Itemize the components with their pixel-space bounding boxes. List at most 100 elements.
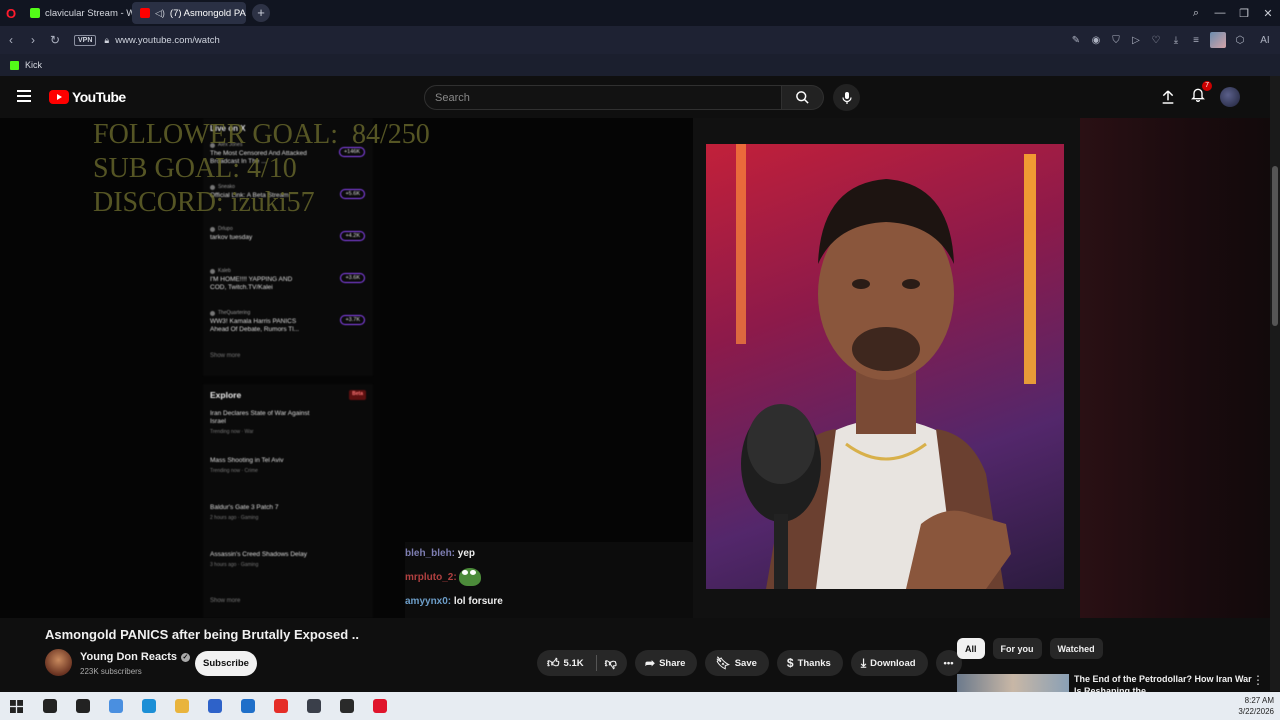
- notifications-button[interactable]: 7: [1190, 81, 1212, 107]
- video-player[interactable]: Live on X Alex Jones The Most Censored A…: [0, 118, 1270, 618]
- heart-icon[interactable]: ♡: [1146, 35, 1166, 46]
- search-icon: [796, 91, 809, 104]
- scrollbar-thumb[interactable]: [1272, 166, 1278, 326]
- shield-icon[interactable]: ⛉: [1106, 35, 1126, 46]
- profile-extension-icon[interactable]: [1210, 32, 1226, 48]
- pepe-emote-icon: [459, 568, 482, 587]
- upload-icon[interactable]: [1160, 89, 1176, 105]
- taskbar-opera-button[interactable]: [363, 692, 396, 720]
- share-button[interactable]: ➦ Share: [635, 650, 698, 676]
- channel-avatar[interactable]: [45, 649, 72, 676]
- recommended-thumbnail[interactable]: [957, 674, 1069, 692]
- taskbar-edge-button[interactable]: [132, 692, 165, 720]
- url-field[interactable]: www.youtube.com/watch: [115, 35, 220, 46]
- youtube-favicon-icon: [140, 8, 150, 18]
- download-label: Download: [870, 657, 916, 669]
- download-icon[interactable]: ⤓: [1166, 35, 1186, 46]
- like-count[interactable]: 5.1K: [564, 658, 584, 669]
- tab-asmongold[interactable]: ◁) (7) Asmongold PANIC: [132, 2, 246, 24]
- ai-button[interactable]: AI: [1250, 35, 1280, 46]
- explore-title: Iran Declares State of War Against Israe…: [210, 410, 310, 425]
- thanks-label: Thanks: [797, 657, 831, 669]
- thumbs-up-icon[interactable]: 👍︎: [547, 656, 560, 671]
- stream-goal-overlay: FOLLOWER GOAL: 84/250 SUB GOAL: 4/10 DISCO…: [93, 118, 430, 220]
- minimize-button[interactable]: —: [1208, 7, 1232, 19]
- task-view-icon: [75, 699, 90, 713]
- search-input[interactable]: [424, 85, 782, 110]
- search-icon: [42, 699, 57, 713]
- tab-clavicular[interactable]: clavicular Stream - Watch: [22, 2, 132, 24]
- chip-for-you[interactable]: For you: [992, 638, 1042, 659]
- tab-search-icon[interactable]: ⌕: [1184, 7, 1208, 20]
- hamburger-menu-icon[interactable]: [17, 90, 31, 102]
- stream-title: WW3! Kamala Harris PANICS Ahead Of Debat…: [210, 318, 300, 333]
- taskbar-snipping-button[interactable]: [297, 692, 330, 720]
- taskbar-file-explorer-button[interactable]: [165, 692, 198, 720]
- chip-all[interactable]: All: [957, 638, 985, 659]
- start-button[interactable]: [0, 692, 33, 720]
- extensions-icon[interactable]: ⬡: [1230, 35, 1250, 46]
- edit-icon[interactable]: ✎: [1066, 35, 1086, 46]
- menu-icon[interactable]: ≡: [1186, 35, 1206, 46]
- taskbar-store-button[interactable]: [198, 692, 231, 720]
- vpn-badge[interactable]: VPN: [74, 34, 97, 46]
- chip-watched[interactable]: Watched: [1049, 638, 1103, 659]
- opera-logo-icon[interactable]: O: [0, 0, 22, 26]
- recommended-title[interactable]: The End of the Petrodollar? How Iran War…: [1074, 673, 1254, 692]
- share-icon: ➦: [645, 656, 656, 670]
- player-icon[interactable]: ▷: [1126, 35, 1146, 46]
- thanks-button[interactable]: $ Thanks: [776, 650, 843, 676]
- taskbar-task-view-button[interactable]: [66, 692, 99, 720]
- camera-icon[interactable]: ◉: [1086, 35, 1106, 46]
- windows-taskbar: 8:27 AM 3/22/2026: [0, 692, 1280, 720]
- bookmark-kick[interactable]: Kick: [25, 60, 42, 70]
- clock-time: 8:27 AM: [1244, 696, 1274, 705]
- thumbs-down-icon[interactable]: 👎︎: [605, 656, 617, 671]
- overlay-line: FOLLOWER GOAL: 84/250: [93, 119, 430, 150]
- back-icon[interactable]: ‹: [0, 33, 22, 47]
- channel-name: Drlupo: [218, 226, 233, 232]
- channel-name: TheQuartering: [218, 310, 251, 316]
- divider: [595, 655, 597, 671]
- restore-button[interactable]: ❐: [1232, 7, 1256, 20]
- channel-name-text[interactable]: Young Don Reacts: [80, 651, 177, 663]
- youtube-icon: [273, 699, 288, 713]
- chat-user: bleh_bleh:: [405, 548, 456, 559]
- share-label: Share: [659, 657, 686, 669]
- close-button[interactable]: ✕: [1256, 7, 1280, 20]
- speaker-icon[interactable]: ◁): [155, 8, 165, 19]
- voice-search-button[interactable]: [833, 84, 860, 111]
- subscribe-button[interactable]: Subscribe: [195, 651, 257, 676]
- youtube-logo[interactable]: YouTube: [49, 89, 126, 105]
- taskbar-search-button[interactable]: [33, 692, 66, 720]
- more-vertical-icon[interactable]: ⋮: [1252, 673, 1264, 687]
- clock-date: 3/22/2026: [1238, 707, 1274, 716]
- subscriber-count: 223K subscribers: [80, 667, 142, 676]
- bookmark-icon: 🔖︎: [715, 656, 731, 670]
- forward-icon[interactable]: ›: [22, 33, 44, 47]
- lock-icon[interactable]: 🔒︎: [104, 35, 109, 46]
- new-tab-button[interactable]: +: [252, 4, 270, 22]
- explore-panel: Explore Beta Iran Declares State of War A…: [203, 384, 373, 618]
- youtube-play-icon: [49, 90, 69, 104]
- explore-meta: Trending now · Crime: [210, 468, 258, 474]
- recommended-video[interactable]: The End of the Petrodollar? How Iran War…: [957, 672, 1270, 692]
- taskbar-app-button[interactable]: [330, 692, 363, 720]
- system-clock[interactable]: 8:27 AM 3/22/2026: [1238, 695, 1274, 717]
- account-avatar[interactable]: [1220, 86, 1240, 107]
- like-dislike-group: 👍︎ 5.1K 👎︎: [537, 650, 627, 676]
- taskbar-youtube-button[interactable]: [264, 692, 297, 720]
- verified-icon: ✓: [180, 652, 190, 662]
- taskbar-copilot-button[interactable]: [99, 692, 132, 720]
- download-button[interactable]: ⤓ Download: [850, 650, 928, 676]
- page-scrollbar[interactable]: [1270, 76, 1280, 691]
- search-button[interactable]: [782, 85, 824, 110]
- edge-icon: [141, 699, 156, 713]
- taskbar-outlook-button[interactable]: [231, 692, 264, 720]
- save-button[interactable]: 🔖︎ Save: [705, 650, 769, 676]
- chat-text: yep: [455, 548, 476, 559]
- bookmarks-bar: Kick: [0, 54, 1280, 76]
- download-arrow-icon: ⤓: [860, 655, 867, 670]
- channel-name[interactable]: Young Don Reacts ✓: [80, 651, 190, 663]
- reload-icon[interactable]: ↻: [44, 33, 66, 47]
